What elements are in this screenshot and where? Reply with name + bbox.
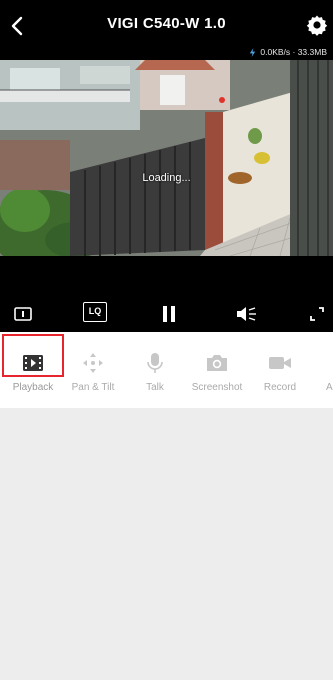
screenshot-button[interactable]: Screenshot xyxy=(186,332,248,408)
pause-icon[interactable] xyxy=(158,303,180,325)
playback-button[interactable]: Playback xyxy=(2,332,64,408)
content-area xyxy=(0,408,333,680)
signal-icon xyxy=(250,47,256,57)
camera-title: VIGI C540-W 1.0 xyxy=(107,15,226,32)
camera-icon xyxy=(205,352,229,374)
camera-scene xyxy=(0,60,333,256)
talk-button[interactable]: Talk xyxy=(124,332,186,408)
feature-toolbar: Playback Pan & Tilt Talk Screenshot Reco… xyxy=(0,332,333,408)
screenshot-label: Screenshot xyxy=(191,382,243,393)
gear-icon[interactable] xyxy=(305,13,329,37)
video-letterbox xyxy=(0,256,333,296)
pan-tilt-button[interactable]: Pan & Tilt xyxy=(62,332,124,408)
data-rate: 0.0KB/s · 33.3MB xyxy=(248,47,327,57)
mute-speaker-icon[interactable] xyxy=(234,303,258,325)
info-icon[interactable] xyxy=(12,303,34,325)
pan-tilt-icon xyxy=(81,352,105,374)
data-rate-text: 0.0KB/s · 33.3MB xyxy=(260,47,327,57)
live-video-feed[interactable]: Loading... xyxy=(0,60,333,256)
playback-label: Playback xyxy=(12,382,54,393)
more-feature-button[interactable]: A xyxy=(300,332,333,408)
film-icon xyxy=(21,352,45,374)
quality-toggle-button[interactable]: LQ xyxy=(83,302,107,322)
pan-tilt-label: Pan & Tilt xyxy=(71,382,115,393)
microphone-icon xyxy=(143,352,167,374)
loading-indicator: Loading... xyxy=(142,172,191,184)
talk-label: Talk xyxy=(146,382,164,393)
video-camera-icon xyxy=(268,352,292,374)
video-controls: LQ xyxy=(0,296,333,332)
top-bar: VIGI C540-W 1.0 0.0KB/s · 33.3MB xyxy=(0,0,333,60)
truncated-feature-label: A xyxy=(326,382,333,393)
fullscreen-icon[interactable] xyxy=(306,303,328,325)
